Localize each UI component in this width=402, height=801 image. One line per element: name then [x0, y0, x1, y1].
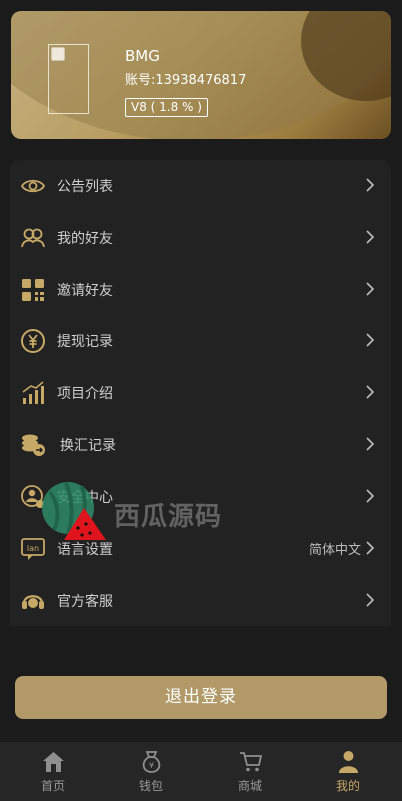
chevron-right-icon: [366, 178, 375, 192]
watermark: 西瓜源码: [38, 478, 228, 556]
user-account: 账号:13938476817: [125, 73, 247, 88]
watermark-text: 西瓜源码: [114, 502, 223, 532]
menu-list: 公告列表 我的好友 邀请好友 提现记录 项目介绍 换汇记录 lan 语言设置 简…: [10, 160, 391, 626]
menu-item-announcements[interactable]: 公告列表: [10, 160, 391, 211]
bottom-tab-bar: 首页 ¥ 钱包 商城 我的: [0, 742, 402, 801]
current-language: 简体中文: [308, 543, 361, 558]
coin-exchange-icon: [22, 434, 45, 456]
menu-item-label: 邀请好友: [57, 283, 113, 299]
home-icon: [43, 752, 64, 772]
qr-code-icon: [22, 279, 44, 301]
menu-item-customer-service[interactable]: 官方客服: [10, 575, 391, 626]
chevron-right-icon: [366, 282, 375, 296]
tab-home[interactable]: 首页: [3, 742, 103, 801]
menu-item-project-intro[interactable]: 项目介绍: [10, 367, 391, 418]
menu-item-label: 项目介绍: [57, 386, 113, 402]
tab-label: 首页: [40, 779, 65, 793]
watermelon-logo-icon: [42, 482, 106, 540]
wallet-bag-icon: ¥: [142, 751, 161, 773]
menu-item-label: 公告列表: [57, 179, 113, 195]
tab-label: 钱包: [138, 779, 163, 793]
cart-icon: [240, 752, 263, 772]
logout-button[interactable]: 退出登录: [15, 676, 387, 719]
chevron-right-icon: [366, 333, 375, 347]
user-name: BMG: [125, 47, 160, 65]
chevron-right-icon: [366, 489, 375, 503]
broken-image-icon: [51, 47, 65, 61]
menu-item-label: 官方客服: [57, 594, 113, 610]
bar-chart-icon: [22, 381, 44, 404]
yen-coin-icon: [21, 329, 45, 353]
tab-mall[interactable]: 商城: [200, 742, 300, 801]
chevron-right-icon: [366, 385, 375, 399]
vip-badge: V8 ( 1.8 % ): [125, 98, 208, 117]
friends-icon: [21, 228, 45, 248]
menu-item-label: 换汇记录: [60, 438, 116, 454]
menu-item-label: 我的好友: [57, 231, 113, 247]
chevron-right-icon: [366, 593, 375, 607]
menu-item-label: 提现记录: [57, 334, 113, 350]
profile-card: BMG 账号:13938476817 V8 ( 1.8 % ): [11, 11, 391, 139]
tab-wallet[interactable]: ¥ 钱包: [101, 742, 201, 801]
svg-text:¥: ¥: [149, 761, 154, 770]
menu-item-friends[interactable]: 我的好友: [10, 212, 391, 263]
chevron-right-icon: [366, 437, 375, 451]
headset-icon: [22, 595, 44, 609]
chevron-right-icon: [366, 541, 375, 555]
chevron-right-icon: [366, 230, 375, 244]
eye-icon: [20, 179, 46, 193]
avatar[interactable]: [48, 44, 89, 114]
tab-label: 商城: [237, 779, 262, 793]
menu-item-exchange-records[interactable]: 换汇记录: [10, 419, 391, 470]
tab-mine[interactable]: 我的: [298, 742, 398, 801]
tab-label: 我的: [335, 779, 360, 793]
user-icon: [339, 751, 358, 773]
menu-item-withdrawals[interactable]: 提现记录: [10, 315, 391, 366]
menu-item-invite[interactable]: 邀请好友: [10, 264, 391, 315]
